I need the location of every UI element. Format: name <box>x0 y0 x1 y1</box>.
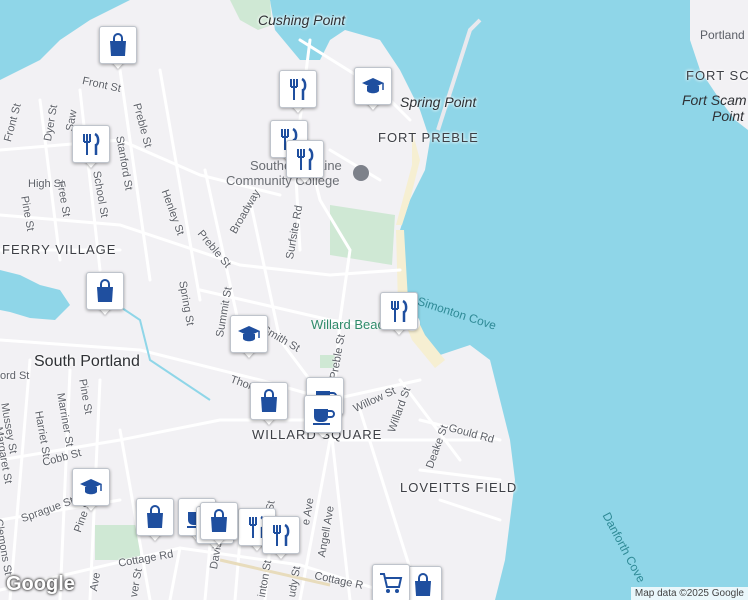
restaurant-icon <box>279 70 317 108</box>
shopping-bag-icon <box>200 502 238 540</box>
map-canvas[interactable]: Cushing Point Spring Point FORT PREBLE F… <box>0 0 748 600</box>
map-attribution[interactable]: Map data ©2025 Google <box>630 587 748 600</box>
restaurant-icon <box>262 516 300 554</box>
shopping-bag-icon <box>250 382 288 420</box>
restaurant-icon <box>286 140 324 178</box>
poi-pin-shopping-bag[interactable] <box>86 272 124 316</box>
ferry-village-label: FERRY VILLAGE <box>2 242 117 257</box>
poi-pin-restaurant[interactable] <box>279 70 317 114</box>
poi-pin-restaurant[interactable] <box>262 516 300 560</box>
poi-pin-shopping-bag[interactable] <box>200 502 238 546</box>
restaurant-icon <box>380 292 418 330</box>
poi-pin-shopping-bag[interactable] <box>99 26 137 70</box>
loveitts-field-label: LOVEITTS FIELD <box>400 480 518 495</box>
fort-preble-label: FORT PREBLE <box>378 130 479 145</box>
poi-pin-cafe[interactable] <box>304 395 342 439</box>
street-ford-st: ord St <box>0 370 30 382</box>
restaurant-icon <box>72 125 110 163</box>
grocery-cart-icon <box>372 564 410 600</box>
poi-pin-restaurant[interactable] <box>380 292 418 336</box>
fort-scammel-point-label-2: Point <box>712 108 744 124</box>
fort-scammel-label: FORT SCA <box>686 68 748 83</box>
shopping-bag-icon <box>136 498 174 536</box>
google-logo: Google <box>6 573 75 595</box>
shopping-bag-icon <box>86 272 124 310</box>
school-icon <box>230 315 268 353</box>
poi-pin-school[interactable] <box>72 468 110 512</box>
spring-point-label: Spring Point <box>400 94 477 110</box>
shopping-bag-icon <box>99 26 137 64</box>
cafe-icon <box>304 395 342 433</box>
poi-pin-grocery-cart[interactable] <box>372 564 410 600</box>
school-icon <box>72 468 110 506</box>
south-portland-label: South Portland <box>34 353 140 370</box>
poi-pin-restaurant[interactable] <box>286 140 324 184</box>
poi-pin-restaurant[interactable] <box>72 125 110 169</box>
fort-scammel-point-label: Fort Scam <box>682 92 747 108</box>
school-icon <box>354 67 392 105</box>
poi-pin-school[interactable] <box>230 315 268 359</box>
cushing-point-label: Cushing Point <box>258 12 346 28</box>
portland-label: Portland <box>700 28 745 42</box>
poi-pin-school[interactable] <box>354 67 392 111</box>
poi-pin-shopping-bag[interactable] <box>250 382 288 426</box>
poi-pin-shopping-bag[interactable] <box>136 498 174 542</box>
college-marker-icon <box>353 165 369 181</box>
